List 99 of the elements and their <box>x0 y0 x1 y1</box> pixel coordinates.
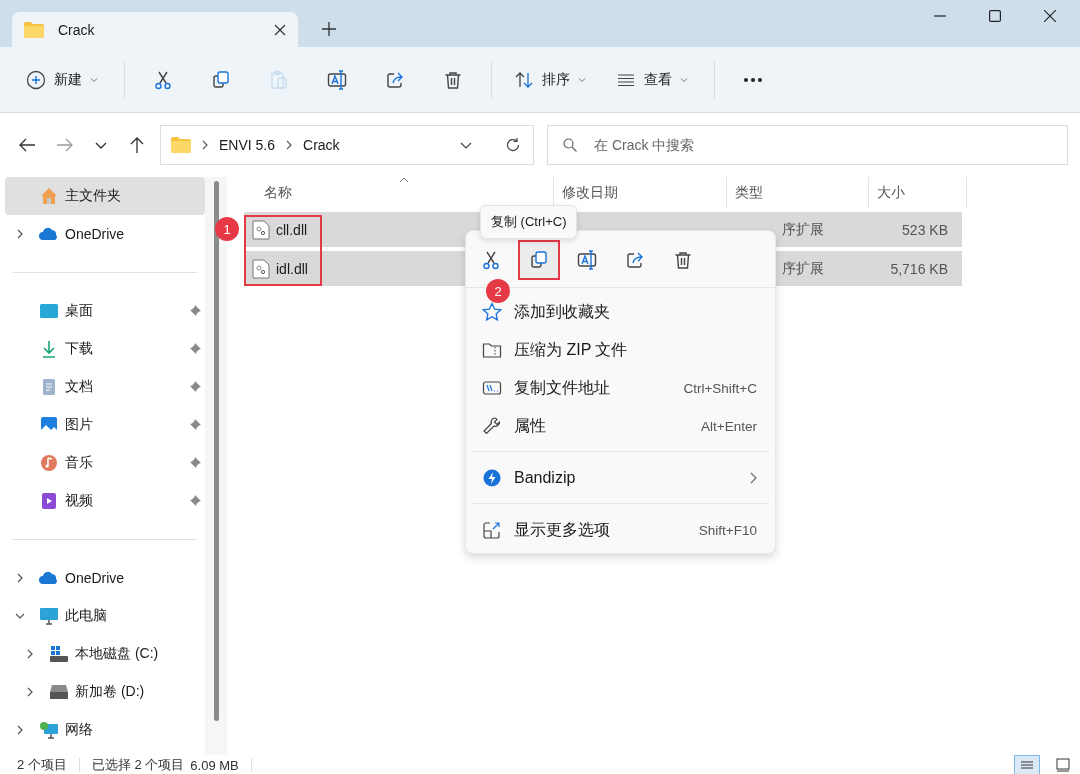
view-button[interactable]: 查看 <box>606 60 698 99</box>
path-icon <box>482 378 502 398</box>
sidebar-item[interactable]: OneDrive <box>5 559 205 597</box>
details-view-button[interactable] <box>1014 755 1040 774</box>
sidebar-item[interactable]: 网络 <box>5 711 205 749</box>
menu-action-button[interactable] <box>518 240 560 280</box>
paste-icon <box>269 69 289 90</box>
folder-icon <box>171 137 191 153</box>
chevron-right-icon[interactable] <box>25 649 35 659</box>
search-field[interactable]: 在 Crack 中搜索 <box>547 125 1068 165</box>
shortcut-text: Shift+F10 <box>698 522 757 538</box>
sidebar-item[interactable]: 此电脑 <box>5 597 205 635</box>
sidebar-item[interactable]: 主文件夹 <box>5 177 205 215</box>
menu-item[interactable]: 显示更多选项 Shift+F10 <box>466 511 775 549</box>
drive-icon <box>49 682 69 702</box>
tab-title: Crack <box>58 21 96 38</box>
sidebar-item[interactable]: OneDrive <box>5 215 205 253</box>
sort-button[interactable]: 排序 <box>504 60 596 99</box>
menu-item[interactable]: Bandizip <box>466 459 775 497</box>
lines-icon <box>1020 759 1034 771</box>
selection-size: 6.09 MB <box>190 757 239 773</box>
file-type: 序扩展 <box>782 259 824 278</box>
sidebar-item[interactable]: 图片 <box>5 406 205 444</box>
new-tab-icon[interactable] <box>322 22 336 36</box>
item-count: 2 个项目 <box>17 756 67 774</box>
breadcrumb[interactable]: ENVI 5.6 <box>219 137 276 153</box>
scissors-icon <box>153 69 173 90</box>
column-header[interactable]: 大小 <box>869 177 967 208</box>
chevron-right-icon[interactable] <box>15 725 25 735</box>
address-bar[interactable]: ENVI 5.6 Crack <box>160 125 534 165</box>
menu-item[interactable]: 压缩为 ZIP 文件 <box>466 331 775 369</box>
column-header[interactable]: 类型 <box>727 177 869 208</box>
ellipsis-icon <box>743 76 763 83</box>
forward-arrow-icon[interactable] <box>56 136 74 154</box>
refresh-icon[interactable] <box>505 137 521 153</box>
tab[interactable]: Crack <box>12 12 298 47</box>
menu-item[interactable]: 复制文件地址 Ctrl+Shift+C <box>466 369 775 407</box>
chevron-right-icon[interactable] <box>25 687 35 697</box>
sidebar-item[interactable]: 文档 <box>5 368 205 406</box>
share-icon <box>625 250 645 270</box>
file-name: idl.dll <box>276 260 308 277</box>
expand-icon <box>482 520 502 540</box>
folder-icon <box>24 21 44 38</box>
sidebar-item[interactable]: 新加卷 (D:) <box>15 673 205 711</box>
back-arrow-icon[interactable] <box>18 136 36 154</box>
chevron-right-icon <box>285 140 294 150</box>
sidebar-item[interactable]: 下载 <box>5 330 205 368</box>
desktop-icon <box>39 301 59 321</box>
selection-count: 已选择 2 个项目 <box>91 756 185 774</box>
square-icon <box>1056 758 1070 772</box>
trash-icon <box>443 69 463 90</box>
new-button[interactable]: 新建 <box>16 60 108 99</box>
caret-icon <box>680 75 688 84</box>
shortcut-text: Alt+Enter <box>701 418 757 434</box>
close-icon[interactable] <box>1044 9 1056 22</box>
file-name: cll.dll <box>276 221 308 238</box>
breadcrumb[interactable]: Crack <box>303 137 340 153</box>
caret-icon <box>578 75 586 84</box>
wrench-icon <box>482 416 502 436</box>
shortcut-text: Ctrl+Shift+C <box>683 380 757 396</box>
sidebar-item[interactable]: 本地磁盘 (C:) <box>15 635 205 673</box>
monitor-icon <box>39 606 59 626</box>
up-arrow-icon[interactable] <box>128 136 146 154</box>
file-size: 5,716 KB <box>890 260 948 277</box>
bolt-circle-icon <box>482 468 502 488</box>
scrollbar-thumb[interactable] <box>213 181 219 721</box>
copy-icon <box>211 69 231 90</box>
plus-circle-icon <box>26 69 46 90</box>
menu-item[interactable]: 属性 Alt+Enter <box>466 407 775 445</box>
rename-icon <box>327 69 347 90</box>
video-icon <box>39 491 59 511</box>
scissors-icon <box>481 250 501 270</box>
chevron-right-icon[interactable] <box>15 229 25 239</box>
gear-file-icon <box>252 258 270 279</box>
chevron-right-icon <box>201 140 209 150</box>
sidebar-item[interactable]: 音乐 <box>5 444 205 482</box>
picture-icon <box>39 415 59 435</box>
file-size: 523 KB <box>902 221 948 238</box>
gear-file-icon <box>252 219 270 240</box>
sort-caret-icon <box>398 177 409 183</box>
number-badge: 1 <box>215 217 239 241</box>
copy-icon <box>529 250 549 270</box>
caret-icon <box>90 75 98 84</box>
drive-icon <box>49 644 69 664</box>
tooltip: 复制 (Ctrl+C) <box>480 205 578 239</box>
star-icon <box>482 302 502 322</box>
sidebar-item[interactable]: 桌面 <box>5 292 205 330</box>
rename-icon <box>577 250 597 270</box>
network-icon <box>39 720 59 740</box>
chevron-down-icon[interactable] <box>15 611 25 621</box>
file-type: 序扩展 <box>782 220 824 239</box>
music-icon <box>39 453 59 473</box>
sidebar-item[interactable]: 视频 <box>5 482 205 520</box>
trash-icon <box>673 250 693 270</box>
house-icon <box>39 186 59 206</box>
maximize-icon[interactable] <box>989 9 1001 22</box>
zip-folder-icon <box>482 340 502 360</box>
close-icon[interactable] <box>274 23 286 36</box>
chevron-right-icon[interactable] <box>15 573 25 583</box>
